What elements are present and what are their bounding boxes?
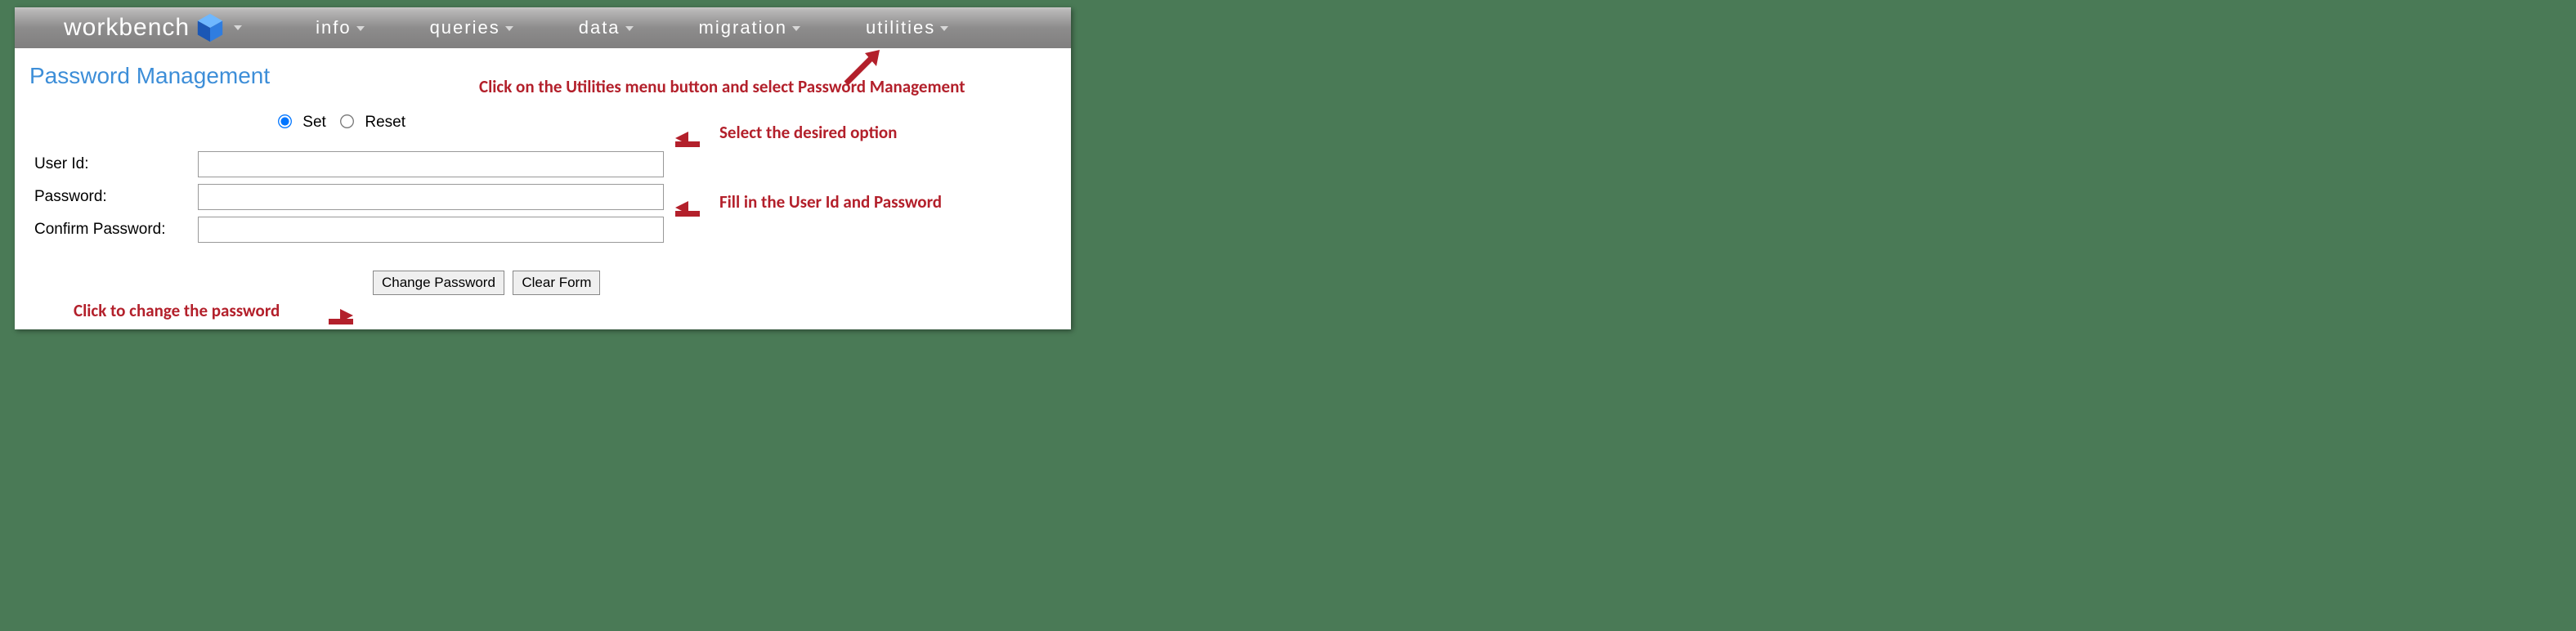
chevron-down-icon — [356, 26, 365, 31]
arrow-right-icon — [340, 309, 353, 322]
nav-migration[interactable]: migration — [699, 17, 800, 38]
annot-fill-arrow — [675, 195, 688, 217]
top-navbar: workbench info queries data migration ut… — [15, 7, 1071, 48]
mode-radio-group: Set Reset — [29, 114, 667, 132]
radio-set-label: Set — [302, 114, 326, 131]
annot-change-arrow — [340, 303, 353, 324]
nav-migration-label: migration — [699, 17, 787, 38]
chevron-down-icon — [792, 26, 800, 31]
chevron-down-icon — [940, 26, 948, 31]
nav-info-label: info — [316, 17, 351, 38]
chevron-down-icon — [234, 25, 242, 30]
nav-data-label: data — [579, 17, 620, 38]
label-userid: User Id: — [29, 148, 193, 181]
arrow-left-icon — [675, 132, 688, 145]
radio-reset-label: Reset — [365, 114, 405, 131]
nav-queries-label: queries — [430, 17, 500, 38]
annot-change: Click to change the password — [74, 300, 280, 321]
nav-info[interactable]: info — [316, 17, 364, 38]
annot-fill: Fill in the User Id and Password — [719, 191, 942, 213]
chevron-down-icon — [625, 26, 634, 31]
change-password-button[interactable]: Change Password — [373, 271, 504, 295]
password-input[interactable] — [198, 184, 664, 210]
label-confirm: Confirm Password: — [29, 213, 193, 246]
annot-option: Select the desired option — [719, 122, 897, 143]
nav-data[interactable]: data — [579, 17, 634, 38]
app-window: workbench info queries data migration ut… — [15, 7, 1071, 329]
userid-input[interactable] — [198, 151, 664, 177]
radio-set[interactable] — [278, 114, 292, 128]
radio-reset[interactable] — [340, 114, 354, 128]
clear-form-button[interactable]: Clear Form — [513, 271, 600, 295]
button-row: Change Password Clear Form — [373, 271, 1056, 295]
arrow-left-icon — [675, 201, 688, 214]
brand-text: workbench — [64, 14, 190, 42]
nav-queries[interactable]: queries — [430, 17, 513, 38]
annot-option-arrow — [675, 126, 688, 147]
confirm-password-input[interactable] — [198, 217, 664, 243]
password-form: User Id: Password: Confirm Password: — [29, 148, 669, 246]
cube-icon — [195, 12, 226, 43]
chevron-down-icon — [505, 26, 513, 31]
nav-utilities-label: utilities — [866, 17, 935, 38]
label-password: Password: — [29, 181, 193, 213]
brand: workbench — [64, 12, 242, 43]
annot-utilities: Click on the Utilities menu button and s… — [479, 76, 965, 97]
nav-utilities[interactable]: utilities — [866, 17, 948, 38]
